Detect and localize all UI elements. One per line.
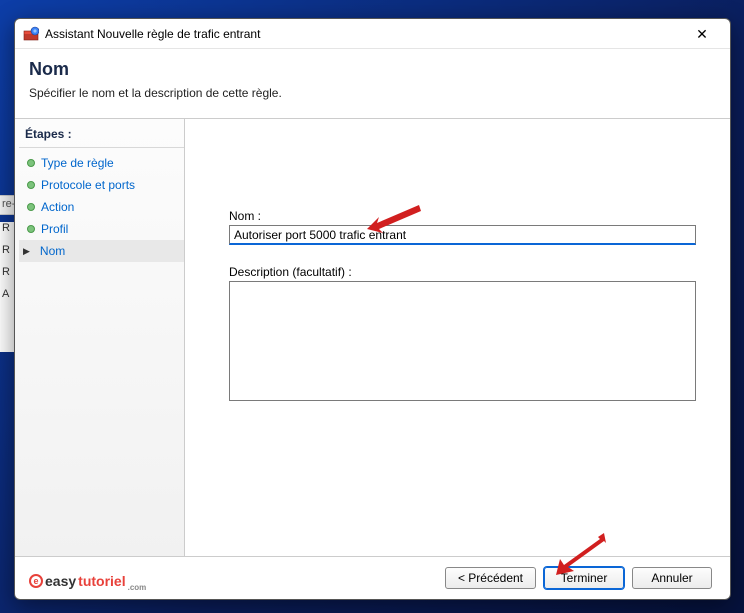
logo-mark-icon: e [29,574,43,588]
page-subtitle: Spécifier le nom et la description de ce… [29,86,716,100]
step-label: Type de règle [41,156,114,170]
watermark-logo: e easytutoriel .com [29,573,146,589]
description-input[interactable] [229,281,696,401]
step-item-protocol[interactable]: Protocole et ports [19,174,184,196]
close-button[interactable]: ✕ [682,20,722,48]
back-button[interactable]: < Précédent [445,567,536,589]
titlebar: Assistant Nouvelle règle de trafic entra… [15,19,730,49]
step-item-profile[interactable]: Profil [19,218,184,240]
current-step-arrow-icon: ▶ [23,246,30,257]
step-bullet-icon [27,181,35,189]
bg-row: R [0,266,14,288]
wizard-dialog: Assistant Nouvelle règle de trafic entra… [14,18,731,600]
step-label: Action [41,200,74,214]
bg-panel-rows: R R R A [0,222,14,352]
wizard-footer: e easytutoriel .com < Précédent Terminer… [15,557,730,599]
bg-row: R [0,244,14,266]
step-bullet-icon [27,159,35,167]
bg-row: R [0,222,14,244]
step-label: Nom [40,244,65,258]
step-bullet-icon [27,225,35,233]
finish-button[interactable]: Terminer [544,567,624,589]
step-item-type[interactable]: Type de règle [19,152,184,174]
name-input[interactable] [229,225,696,245]
logo-text-prefix: easy [45,573,76,589]
bg-row: A [0,288,14,310]
logo-tld: .com [128,583,147,592]
window-title: Assistant Nouvelle règle de trafic entra… [45,27,682,41]
step-item-name[interactable]: ▶ Nom [19,240,184,262]
name-label: Nom : [229,209,696,223]
wizard-header: Nom Spécifier le nom et la description d… [15,49,730,119]
cancel-button[interactable]: Annuler [632,567,712,589]
wizard-body: Étapes : Type de règle Protocole et port… [15,119,730,557]
step-label: Protocole et ports [41,178,135,192]
description-label: Description (facultatif) : [229,265,696,279]
steps-heading: Étapes : [19,127,184,148]
firewall-icon [23,26,39,42]
step-label: Profil [41,222,68,236]
form-pane: Nom : Description (facultatif) : [185,119,730,556]
close-icon: ✕ [696,27,708,41]
steps-pane: Étapes : Type de règle Protocole et port… [15,119,185,556]
step-bullet-icon [27,203,35,211]
step-item-action[interactable]: Action [19,196,184,218]
bg-panel-header: re- [0,195,14,215]
logo-text-suffix: tutoriel [78,573,125,589]
page-title: Nom [29,59,716,80]
